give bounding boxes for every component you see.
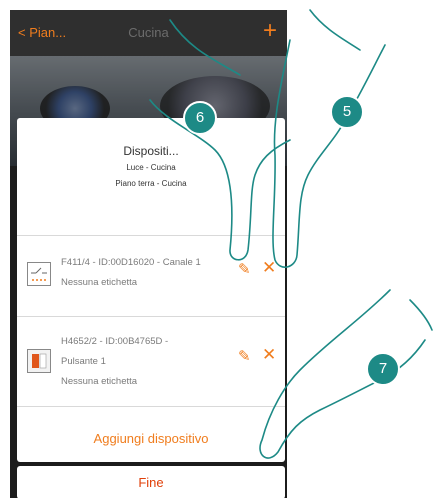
step-badge-5: 5 — [330, 95, 364, 129]
step-badge-6: 6 — [183, 101, 217, 135]
step-badge-7: 7 — [366, 352, 400, 386]
hand-gesture-illustration — [149, 9, 433, 459]
